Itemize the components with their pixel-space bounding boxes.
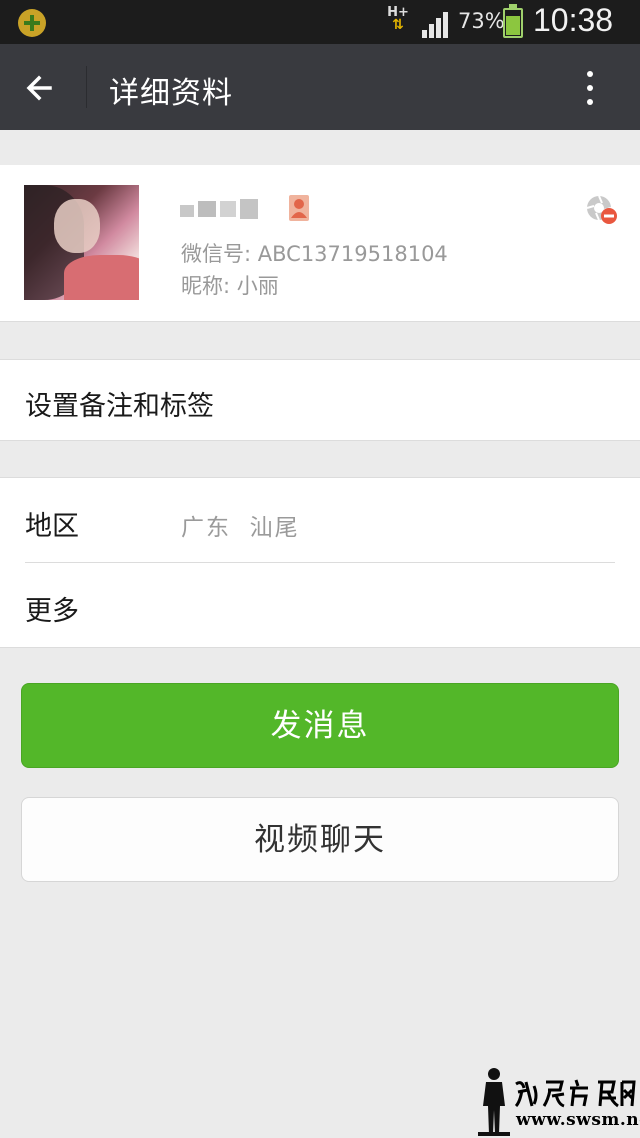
app-notification-icon (18, 9, 46, 37)
blur-block (240, 199, 258, 219)
remark-tags-row[interactable]: 设置备注和标签 (0, 359, 640, 441)
page-title: 详细资料 (109, 76, 233, 111)
send-message-button[interactable]: 发消息 (21, 683, 619, 768)
nickname: 昵称: 小丽 (181, 274, 279, 298)
clock: 10:38 (533, 2, 614, 38)
moments-blocked-icon[interactable] (583, 194, 619, 226)
title-bar: 详细资料 (0, 44, 640, 130)
display-name-blurred (180, 195, 270, 223)
more-vertical-icon (587, 71, 593, 77)
remark-tags-label: 设置备注和标签 (25, 391, 214, 422)
blur-block (180, 205, 194, 217)
avatar-scarf (64, 255, 139, 300)
blur-block (220, 201, 236, 217)
signal-icon (422, 12, 448, 38)
contact-icon (289, 195, 309, 221)
battery-icon (503, 4, 523, 38)
info-section: 地区 广东 汕尾 更多 (0, 477, 640, 648)
status-bar: H+ ⇅ 73% 10:38 (0, 0, 640, 44)
region-value: 广东 汕尾 (181, 515, 300, 541)
data-arrows-icon: ⇅ (392, 17, 404, 33)
back-arrow-icon (26, 75, 52, 101)
blur-block (198, 201, 216, 217)
avatar-face (54, 199, 100, 253)
title-divider (86, 66, 87, 108)
site-watermark: www.swsm.net (470, 1062, 640, 1138)
more-options-button[interactable] (572, 68, 608, 108)
back-button[interactable] (20, 66, 64, 110)
more-dot (587, 85, 593, 91)
site-url: www.swsm.net (516, 1110, 640, 1130)
network-type-indicator: H+ ⇅ (384, 6, 412, 38)
standing-figure-logo (478, 1068, 510, 1136)
battery-percent: 73% (458, 9, 505, 33)
site-logo-calligraphy (514, 1079, 636, 1108)
more-dot (587, 99, 593, 105)
battery-fill (506, 16, 520, 35)
more-row[interactable]: 更多 (25, 589, 79, 628)
wechat-id: 微信号: ABC13719518104 (181, 242, 448, 266)
video-chat-button[interactable]: 视频聊天 (21, 797, 619, 882)
region-label: 地区 (25, 511, 79, 542)
avatar[interactable] (24, 185, 139, 300)
row-divider (25, 562, 615, 563)
